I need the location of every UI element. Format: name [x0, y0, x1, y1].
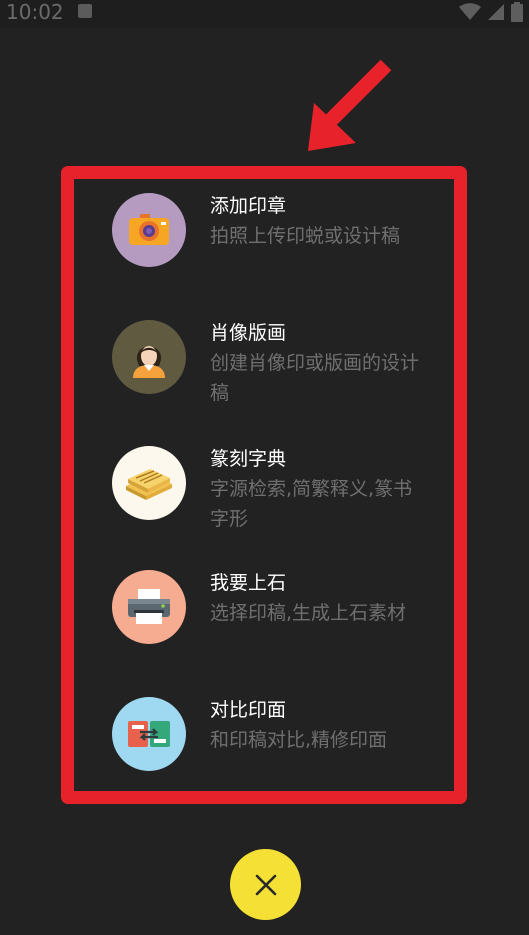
- notification-icon: [78, 4, 92, 18]
- menu-title: 肖像版画: [210, 322, 287, 344]
- menu-title: 我要上石: [210, 572, 287, 594]
- status-icons: [459, 2, 523, 22]
- screen: 10:02 添加印章 拍照上传印蜕或设计稿 肖像版画 创建肖像印或版画的设计稿 …: [0, 0, 529, 935]
- menu-text: 对比印面 和印稿对比,精修印面: [210, 697, 430, 755]
- menu-text: 添加印章 拍照上传印蜕或设计稿: [210, 193, 430, 251]
- menu-text: 我要上石 选择印稿,生成上石素材: [210, 570, 430, 628]
- menu-subtitle: 创建肖像印或版画的设计稿: [210, 352, 420, 404]
- camera-icon: [129, 214, 169, 245]
- status-bar: 10:02: [0, 0, 529, 28]
- menu-title: 对比印面: [210, 699, 287, 721]
- menu-item-transfer-to-stone[interactable]: 我要上石 选择印稿,生成上石素材: [112, 570, 442, 644]
- menu-item-seal-dictionary[interactable]: 篆刻字典 字源检索,简繁释义,篆书字形: [112, 446, 442, 530]
- battery-icon: [511, 2, 523, 22]
- compare-icon: [128, 721, 170, 747]
- menu-subtitle: 选择印稿,生成上石素材: [210, 602, 407, 624]
- menu-icon-bg: [112, 193, 186, 267]
- menu-icon-bg: [112, 446, 186, 520]
- menu-title: 篆刻字典: [210, 448, 287, 470]
- close-button[interactable]: [230, 849, 301, 920]
- close-icon: [255, 874, 276, 895]
- printer-icon: [128, 589, 170, 624]
- wifi-icon: [459, 3, 481, 20]
- menu-icon-bg: [112, 697, 186, 771]
- books-icon: [126, 469, 172, 500]
- menu-icon-bg: [112, 320, 186, 394]
- status-time: 10:02: [6, 0, 64, 24]
- menu-subtitle: 拍照上传印蜕或设计稿: [210, 225, 401, 247]
- menu-item-add-seal[interactable]: 添加印章 拍照上传印蜕或设计稿: [112, 193, 442, 267]
- menu-title: 添加印章: [210, 195, 287, 217]
- menu-subtitle: 字源检索,简繁释义,篆书字形: [210, 478, 413, 530]
- menu-text: 肖像版画 创建肖像印或版画的设计稿: [210, 320, 430, 408]
- portrait-icon: [133, 346, 165, 378]
- red-arrow-icon: [308, 59, 392, 151]
- menu-item-compare-seal-face[interactable]: 对比印面 和印稿对比,精修印面: [112, 697, 442, 771]
- menu-item-portrait-print[interactable]: 肖像版画 创建肖像印或版画的设计稿: [112, 320, 442, 404]
- menu-text: 篆刻字典 字源检索,简繁释义,篆书字形: [210, 446, 430, 534]
- menu-subtitle: 和印稿对比,精修印面: [210, 729, 388, 751]
- menu-icon-bg: [112, 570, 186, 644]
- signal-icon: [488, 4, 504, 20]
